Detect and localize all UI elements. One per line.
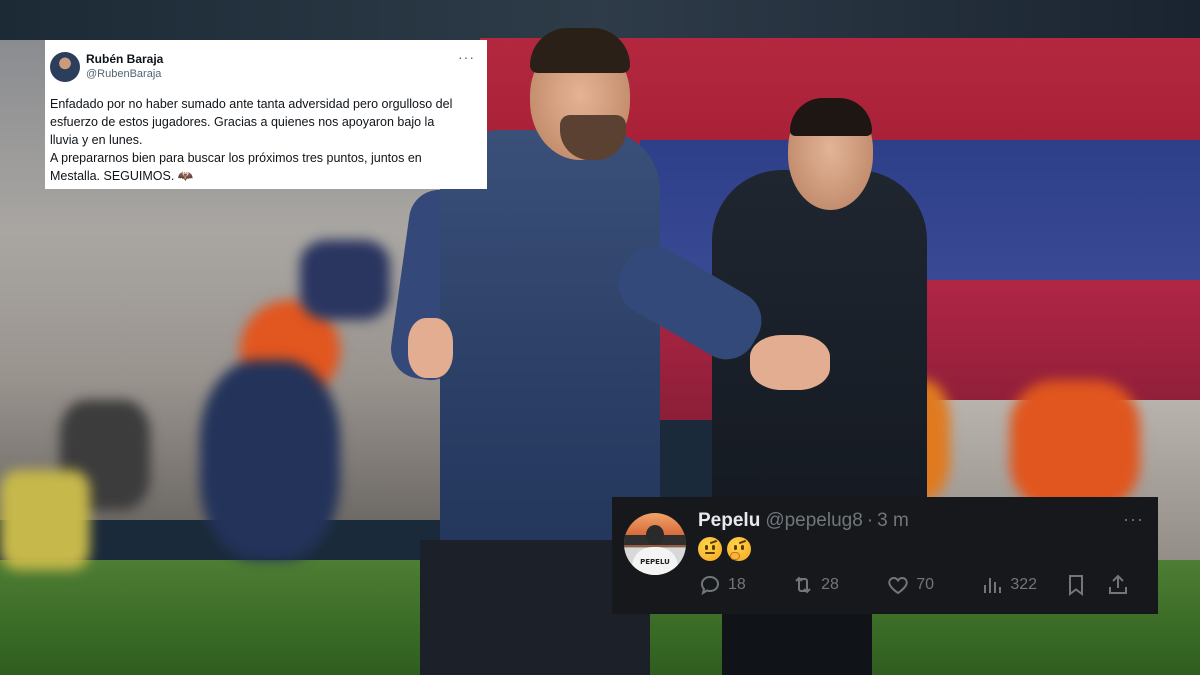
author-handle[interactable]: @RubenBaraja — [86, 67, 163, 81]
tweet-text-line: Mestalla. SEGUIMOS. 🦇 — [50, 169, 194, 183]
action-bar: 18 28 70 322 — [698, 573, 1148, 597]
tweet-text-line: Enfadado por no haber sumado ante tanta … — [50, 97, 453, 111]
tweet-card-main: Rubén Baraja @RubenBaraja ··· Enfadado p… — [45, 40, 487, 189]
author-avatar[interactable]: PEPELU — [624, 513, 686, 575]
share-icon — [1108, 574, 1127, 594]
more-options-icon[interactable]: ··· — [1123, 509, 1144, 530]
tweet-text — [698, 537, 751, 561]
reply-button[interactable]: 18 — [698, 573, 791, 597]
author-name[interactable]: Rubén Baraja — [86, 52, 163, 67]
share-button[interactable] — [1106, 573, 1148, 597]
more-options-icon[interactable]: ··· — [458, 50, 475, 64]
tweet-card-reply: PEPELU Pepelu @pepelug8 · 3 m ··· 18 28 … — [612, 497, 1158, 614]
bookmark-button[interactable] — [1064, 573, 1106, 597]
avatar-shirt-text: PEPELU — [640, 558, 670, 566]
separator-dot: · — [866, 510, 874, 531]
reply-icon — [700, 575, 720, 596]
views-count: 322 — [1010, 576, 1038, 593]
retweet-count: 28 — [821, 576, 839, 593]
views-button[interactable]: 322 — [980, 573, 1063, 597]
tweet-text-line: lluvia y en lunes. — [50, 133, 143, 147]
timestamp[interactable]: 3 m — [877, 510, 909, 532]
author-name[interactable]: Pepelu — [698, 510, 760, 532]
like-count: 70 — [916, 576, 935, 593]
reply-count: 18 — [728, 576, 746, 593]
author-handle[interactable]: @pepelug8 — [765, 510, 862, 532]
author-avatar[interactable] — [50, 52, 80, 82]
bookmark-icon — [1068, 575, 1083, 596]
tweet-text-line: esfuerzo de estos jugadores. Gracias a q… — [50, 115, 435, 129]
tweet-text-line: A prepararnos bien para buscar los próxi… — [50, 151, 422, 165]
bar-chart-icon — [984, 578, 1002, 593]
heart-icon — [888, 576, 908, 595]
face-with-raised-eyebrow-icon — [698, 537, 722, 561]
like-button[interactable]: 70 — [886, 573, 980, 597]
main-coach — [440, 130, 660, 550]
retweet-button[interactable]: 28 — [791, 573, 886, 597]
thinking-face-icon — [727, 537, 751, 561]
retweet-icon — [795, 576, 811, 594]
tweet-text: Enfadado por no haber sumado ante tanta … — [50, 95, 481, 185]
